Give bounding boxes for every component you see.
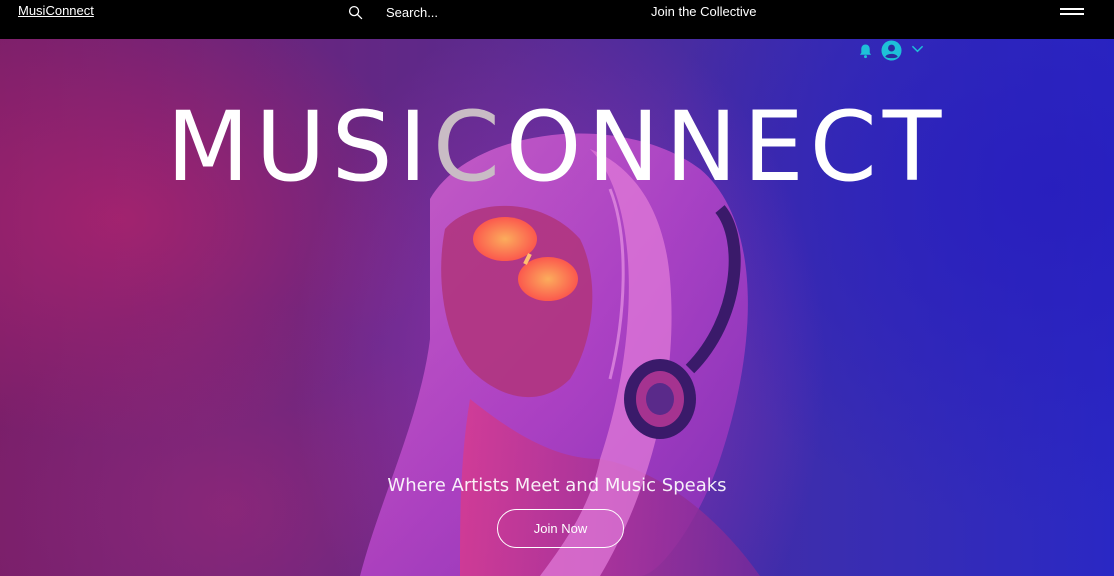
chevron-down-icon[interactable] [911,44,924,54]
hero-title-part: MUSI [166,91,433,203]
search-icon[interactable] [348,5,363,20]
hamburger-menu-icon[interactable] [1060,6,1084,18]
join-now-button[interactable]: Join Now [497,509,624,548]
hero-title-part: ONNECT [505,91,948,203]
bell-icon[interactable] [858,43,873,59]
top-navigation-bar: MusiConnect Join the Collective [0,0,1114,39]
hero-section: MUSICONNECT Where Artists Meet and Music… [0,39,1114,576]
hero-tagline: Where Artists Meet and Music Speaks [387,475,727,496]
hero-title: MUSICONNECT [0,99,1114,195]
user-avatar-icon[interactable] [881,40,902,61]
brand-link[interactable]: MusiConnect [18,3,94,18]
search-input[interactable] [378,3,598,21]
join-the-collective-link[interactable]: Join the Collective [651,4,757,19]
hero-title-part: C [432,91,506,203]
